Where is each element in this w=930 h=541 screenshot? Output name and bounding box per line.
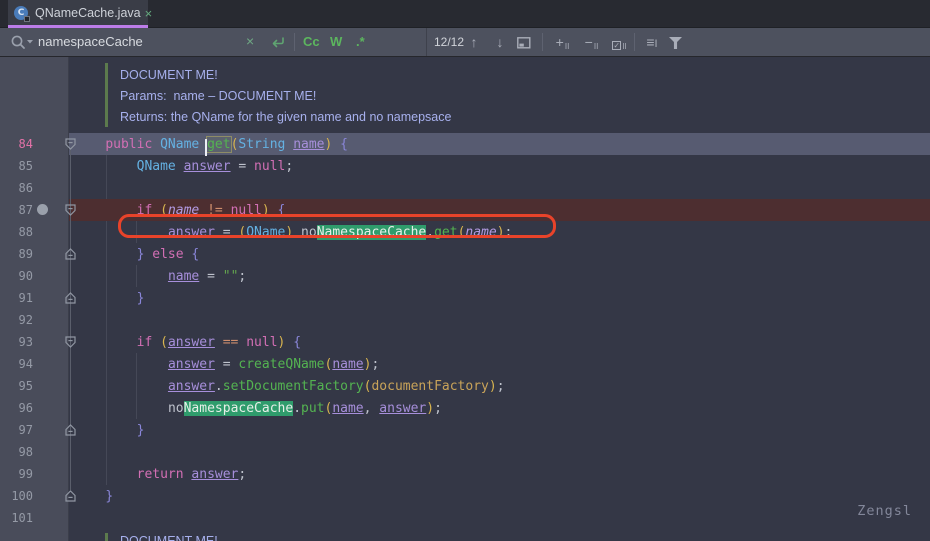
rendered-doc-comment: DOCUMENT ME! xyxy=(105,533,405,541)
fold-collapse-end-icon[interactable] xyxy=(65,248,76,260)
next-occurrence-button[interactable]: ↓ xyxy=(492,28,508,56)
line-number[interactable]: 94 xyxy=(0,353,69,375)
code-line[interactable]: QName answer = null; xyxy=(69,155,930,177)
line-number[interactable]: 85 xyxy=(0,155,69,177)
code-editor[interactable]: DOCUMENT ME! Params: name – DOCUMENT ME!… xyxy=(0,57,930,541)
match-count: 12/12 xyxy=(428,28,470,56)
find-toolbar: namespaceCache × Cc W .* 12/12 ↑ ↓ +II −… xyxy=(0,28,930,57)
fold-collapse-start-icon[interactable] xyxy=(65,204,76,216)
line-number[interactable]: 88 xyxy=(0,221,69,243)
fold-collapse-end-icon[interactable] xyxy=(65,292,76,304)
code-line[interactable] xyxy=(69,441,930,463)
line-number[interactable]: 86 xyxy=(0,177,69,199)
line-number[interactable]: 90 xyxy=(0,265,69,287)
divider xyxy=(542,33,543,51)
annotation-highlight-box xyxy=(118,214,556,238)
fold-collapse-start-icon[interactable] xyxy=(65,138,76,150)
line-number[interactable]: 95 xyxy=(0,375,69,397)
divider xyxy=(294,33,295,51)
previous-occurrence-button[interactable]: ↑ xyxy=(466,28,482,56)
add-next-occurrence-button[interactable]: +II xyxy=(551,28,573,56)
line-number[interactable]: 98 xyxy=(0,441,69,463)
doc-render-toggle[interactable] xyxy=(105,63,108,127)
fold-collapse-end-icon[interactable] xyxy=(65,490,76,502)
remove-occurrence-button[interactable]: −II xyxy=(580,28,602,56)
gutter-numbers: 84858687888990919293949596979899100101 xyxy=(0,133,69,529)
line-number[interactable]: 91 xyxy=(0,287,69,309)
tab-close-icon[interactable]: × xyxy=(145,7,153,20)
editor-tab-qnamecache[interactable]: C QNameCache.java × xyxy=(8,0,148,28)
words-toggle[interactable]: W xyxy=(330,28,342,56)
code-line[interactable]: if (answer == null) { xyxy=(69,331,930,353)
line-number[interactable]: 97 xyxy=(0,419,69,441)
fold-collapse-start-icon[interactable] xyxy=(65,336,76,348)
code-line[interactable]: answer.setDocumentFactory(documentFactor… xyxy=(69,375,930,397)
fold-collapse-end-icon[interactable] xyxy=(65,424,76,436)
code-line[interactable]: name = ""; xyxy=(69,265,930,287)
select-all-occurrences-button[interactable]: ✓II xyxy=(607,28,631,56)
code-line[interactable]: } else { xyxy=(69,243,930,265)
line-number[interactable]: 89 xyxy=(0,243,69,265)
java-class-icon: C xyxy=(14,6,29,21)
code-line[interactable]: public QName get(String name) { xyxy=(69,133,930,155)
line-number[interactable]: 99 xyxy=(0,463,69,485)
code-line[interactable]: answer = createQName(name); xyxy=(69,353,930,375)
search-input[interactable]: namespaceCache xyxy=(38,28,143,56)
doc-line: DOCUMENT ME! xyxy=(120,534,218,541)
clear-search-icon[interactable]: × xyxy=(246,28,254,56)
code-line[interactable]: } xyxy=(69,485,930,507)
line-number[interactable]: 87 xyxy=(0,199,69,221)
line-number[interactable]: 84 xyxy=(0,133,69,155)
watermark: Zengsl xyxy=(857,503,912,519)
line-number[interactable]: 101 xyxy=(0,507,69,529)
code-line[interactable] xyxy=(69,507,930,529)
divider xyxy=(634,33,635,51)
line-number[interactable]: 96 xyxy=(0,397,69,419)
line-number[interactable]: 100 xyxy=(0,485,69,507)
line-number[interactable]: 93 xyxy=(0,331,69,353)
code-line[interactable]: } xyxy=(69,419,930,441)
doc-line: DOCUMENT ME! xyxy=(120,68,218,83)
code-line[interactable]: return answer; xyxy=(69,463,930,485)
regex-toggle[interactable]: .* xyxy=(356,28,365,56)
checkbox-icon: ✓ xyxy=(612,41,621,50)
doc-line: Returns: the QName for the given name an… xyxy=(120,110,451,125)
filter-icon[interactable] xyxy=(669,37,682,49)
code-line[interactable]: } xyxy=(69,287,930,309)
code-line[interactable] xyxy=(69,309,930,331)
search-history-dropdown-icon xyxy=(27,40,33,44)
tab-title: QNameCache.java xyxy=(35,6,141,20)
code-line[interactable]: noNamespaceCache.put(name, answer); xyxy=(69,397,930,419)
insert-newline-icon[interactable] xyxy=(270,35,286,49)
ide-window: C QNameCache.java × namespaceCache × xyxy=(0,0,930,541)
search-icon[interactable] xyxy=(10,34,36,50)
doc-render-toggle[interactable] xyxy=(105,533,108,541)
gutter-dot-icon[interactable] xyxy=(37,204,48,215)
fold-range-line xyxy=(70,150,71,490)
find-in-selection-button[interactable]: ≡I xyxy=(641,28,663,56)
code-line[interactable] xyxy=(69,177,930,199)
editor-tab-bar: C QNameCache.java × xyxy=(0,0,930,28)
doc-line: Params: name – DOCUMENT ME! xyxy=(120,89,316,104)
search-field[interactable]: namespaceCache × Cc W .* xyxy=(0,28,427,56)
line-number[interactable]: 92 xyxy=(0,309,69,331)
match-case-toggle[interactable]: Cc xyxy=(303,28,320,56)
code-rows: public QName get(String name) {QName ans… xyxy=(69,133,930,529)
search-match-highlight: NamespaceCache xyxy=(184,401,294,416)
rendered-doc-comment: DOCUMENT ME! Params: name – DOCUMENT ME!… xyxy=(105,63,585,127)
